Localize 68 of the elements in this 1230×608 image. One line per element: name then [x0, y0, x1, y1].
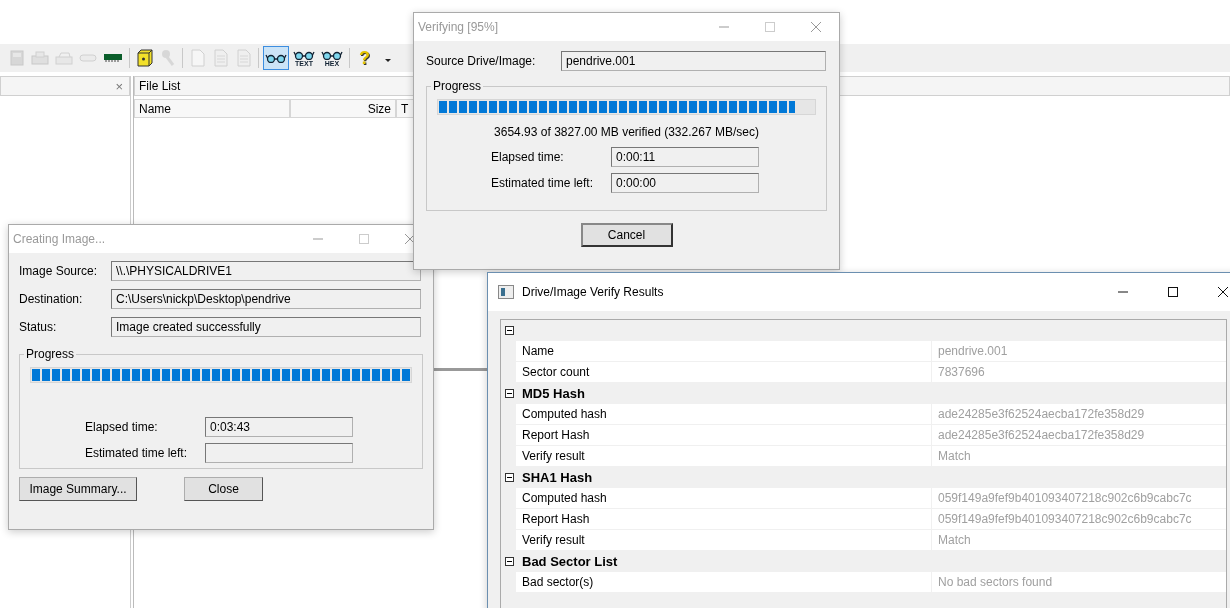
window-title: Drive/Image Verify Results — [522, 285, 665, 299]
page-icon — [190, 49, 205, 67]
column-header[interactable]: Size — [290, 99, 396, 118]
field-label: Status: — [19, 320, 58, 334]
section-title: Bad Sector List — [522, 554, 618, 569]
group-label: Progress — [25, 347, 76, 361]
progress-status: 3654.93 of 3827.00 MB verified (332.267 MB/sec) — [494, 125, 759, 139]
property-name: Computed hash — [516, 404, 932, 424]
property-value: 059f149a9fef9b401093407218c902c6b9cabc7c — [937, 490, 1193, 507]
document-icon — [213, 49, 228, 67]
text-field[interactable]: pendrive.001 — [561, 51, 826, 71]
close-icon[interactable] — [1217, 286, 1229, 298]
collapse-icon[interactable] — [505, 326, 514, 335]
property-name: Bad sector(s) — [516, 572, 932, 592]
field-label: Estimated time left: — [85, 446, 189, 460]
property-name: Verify result — [516, 446, 932, 466]
property-value: Match — [937, 532, 972, 549]
window-title: Creating Image... — [13, 232, 107, 246]
property-name: Computed hash — [516, 488, 932, 508]
field-label: Image Source: — [19, 264, 99, 278]
group-label: Progress — [432, 79, 483, 93]
field-label: Elapsed time: — [85, 420, 159, 434]
text-field[interactable]: \\.\PHYSICALDRIVE1 — [111, 261, 421, 281]
property-name: Verify result — [516, 530, 932, 550]
app-icon — [498, 285, 514, 299]
memory-chip-icon — [103, 53, 123, 63]
property-value: Match — [937, 448, 972, 465]
collapse-icon[interactable] — [505, 557, 514, 566]
property-name: Report Hash — [516, 509, 932, 529]
collapse-icon[interactable] — [505, 473, 514, 482]
section-title: MD5 Hash — [522, 386, 585, 401]
pane-title: File List — [139, 79, 181, 93]
drive-icon — [31, 51, 49, 65]
glasses-icon — [321, 49, 343, 60]
dialog-button[interactable]: Close — [184, 477, 263, 501]
cancel-button[interactable]: Cancel — [580, 223, 673, 247]
field-label: Estimated time left: — [491, 176, 595, 190]
toolbar-button[interactable] — [134, 46, 155, 70]
text-field[interactable]: C:\Users\nickp\Desktop\pendrive — [111, 289, 421, 309]
property-name: Name — [516, 341, 932, 361]
collapse-icon[interactable] — [505, 389, 514, 398]
property-value: pendrive.001 — [937, 343, 1009, 360]
property-value: ade24285e3f62524aecba172fe358d29 — [937, 427, 1146, 444]
window-title: Verifying [95%] — [418, 20, 500, 34]
section-title: SHA1 Hash — [522, 470, 593, 485]
toolbar-button[interactable] — [263, 46, 289, 70]
dialog-button[interactable]: Image Summary... — [19, 477, 137, 501]
property-name: Report Hash — [516, 425, 932, 445]
field-label: Destination: — [19, 292, 84, 306]
column-header[interactable]: Name — [134, 99, 290, 118]
printer-icon — [55, 51, 73, 65]
box-icon — [136, 49, 153, 67]
glasses-icon — [293, 49, 315, 60]
help-icon: ? — [359, 47, 370, 69]
maximize-icon[interactable] — [1167, 286, 1179, 298]
property-value: 7837696 — [937, 364, 986, 381]
property-name: Sector count — [516, 362, 932, 382]
text-field[interactable]: Image created successfully — [111, 317, 421, 337]
glasses-icon — [265, 53, 287, 63]
property-value: 059f149a9fef9b401093407218c902c6b9cabc7c — [937, 511, 1193, 528]
tape-icon — [79, 53, 97, 63]
property-value: No bad sectors found — [937, 574, 1054, 591]
close-pane-button[interactable]: × — [115, 78, 125, 94]
field-label: Source Drive/Image: — [426, 54, 537, 68]
field-label: Elapsed time: — [491, 150, 565, 164]
document-icon — [236, 49, 251, 67]
floppy-icon — [9, 50, 24, 66]
property-value: ade24285e3f62524aecba172fe358d29 — [937, 406, 1146, 423]
